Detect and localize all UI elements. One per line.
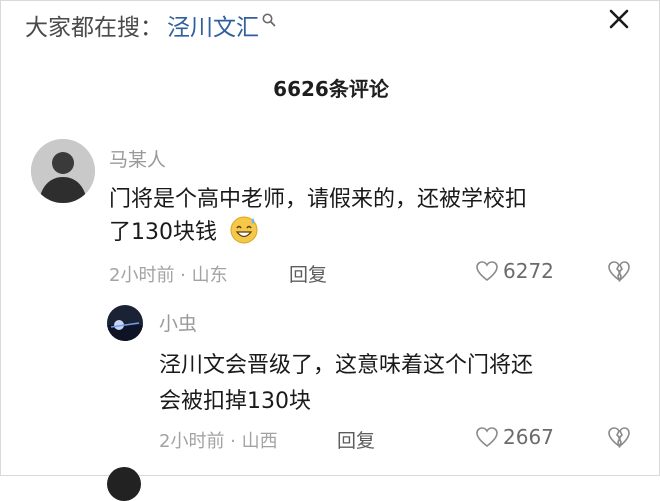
- comment-text-line: 会被扣掉130块: [159, 389, 311, 414]
- like-button[interactable]: 6272: [475, 259, 554, 283]
- search-suggestion-bar[interactable]: 大家都在搜： 泾川文汇: [25, 7, 277, 43]
- heart-icon: [476, 427, 498, 448]
- comment-time-location: 2小时前 · 山东: [109, 265, 228, 286]
- search-term-link[interactable]: 泾川文汇: [167, 8, 259, 42]
- heart-icon: [476, 261, 498, 282]
- next-comment-avatar[interactable]: [107, 467, 141, 501]
- broken-heart-icon[interactable]: [607, 425, 631, 449]
- search-icon: [262, 13, 276, 27]
- broken-heart-icon[interactable]: [607, 259, 631, 283]
- search-prefix-label: 大家都在搜：: [25, 15, 163, 41]
- grinning-sweat-emoji: [230, 216, 258, 244]
- like-count: 6272: [503, 259, 554, 283]
- comment-text-line-with-emoji: 了130块钱: [109, 213, 260, 246]
- user-silhouette-icon: [31, 139, 95, 203]
- like-button[interactable]: 2667: [475, 425, 554, 449]
- comment-text-line: 了130块钱: [109, 220, 217, 245]
- night-city-avatar-icon: [107, 305, 143, 341]
- avatar[interactable]: [31, 139, 95, 203]
- comment-time-location: 2小时前 · 山西: [159, 431, 278, 452]
- close-icon[interactable]: [605, 5, 633, 33]
- reply-button[interactable]: 回复: [289, 260, 327, 287]
- comment-text-line: 泾川文会晋级了，这意味着这个门将还: [159, 353, 534, 378]
- comment-username[interactable]: 小虫: [159, 309, 197, 336]
- comment-text-line: 门将是个高中老师，请假来的，还被学校扣: [109, 187, 528, 212]
- comment-username[interactable]: 马某人: [109, 145, 166, 172]
- reply-button[interactable]: 回复: [337, 426, 375, 453]
- comment-count-title: 6626条评论: [273, 77, 389, 101]
- avatar[interactable]: [107, 305, 143, 341]
- like-count: 2667: [503, 425, 554, 449]
